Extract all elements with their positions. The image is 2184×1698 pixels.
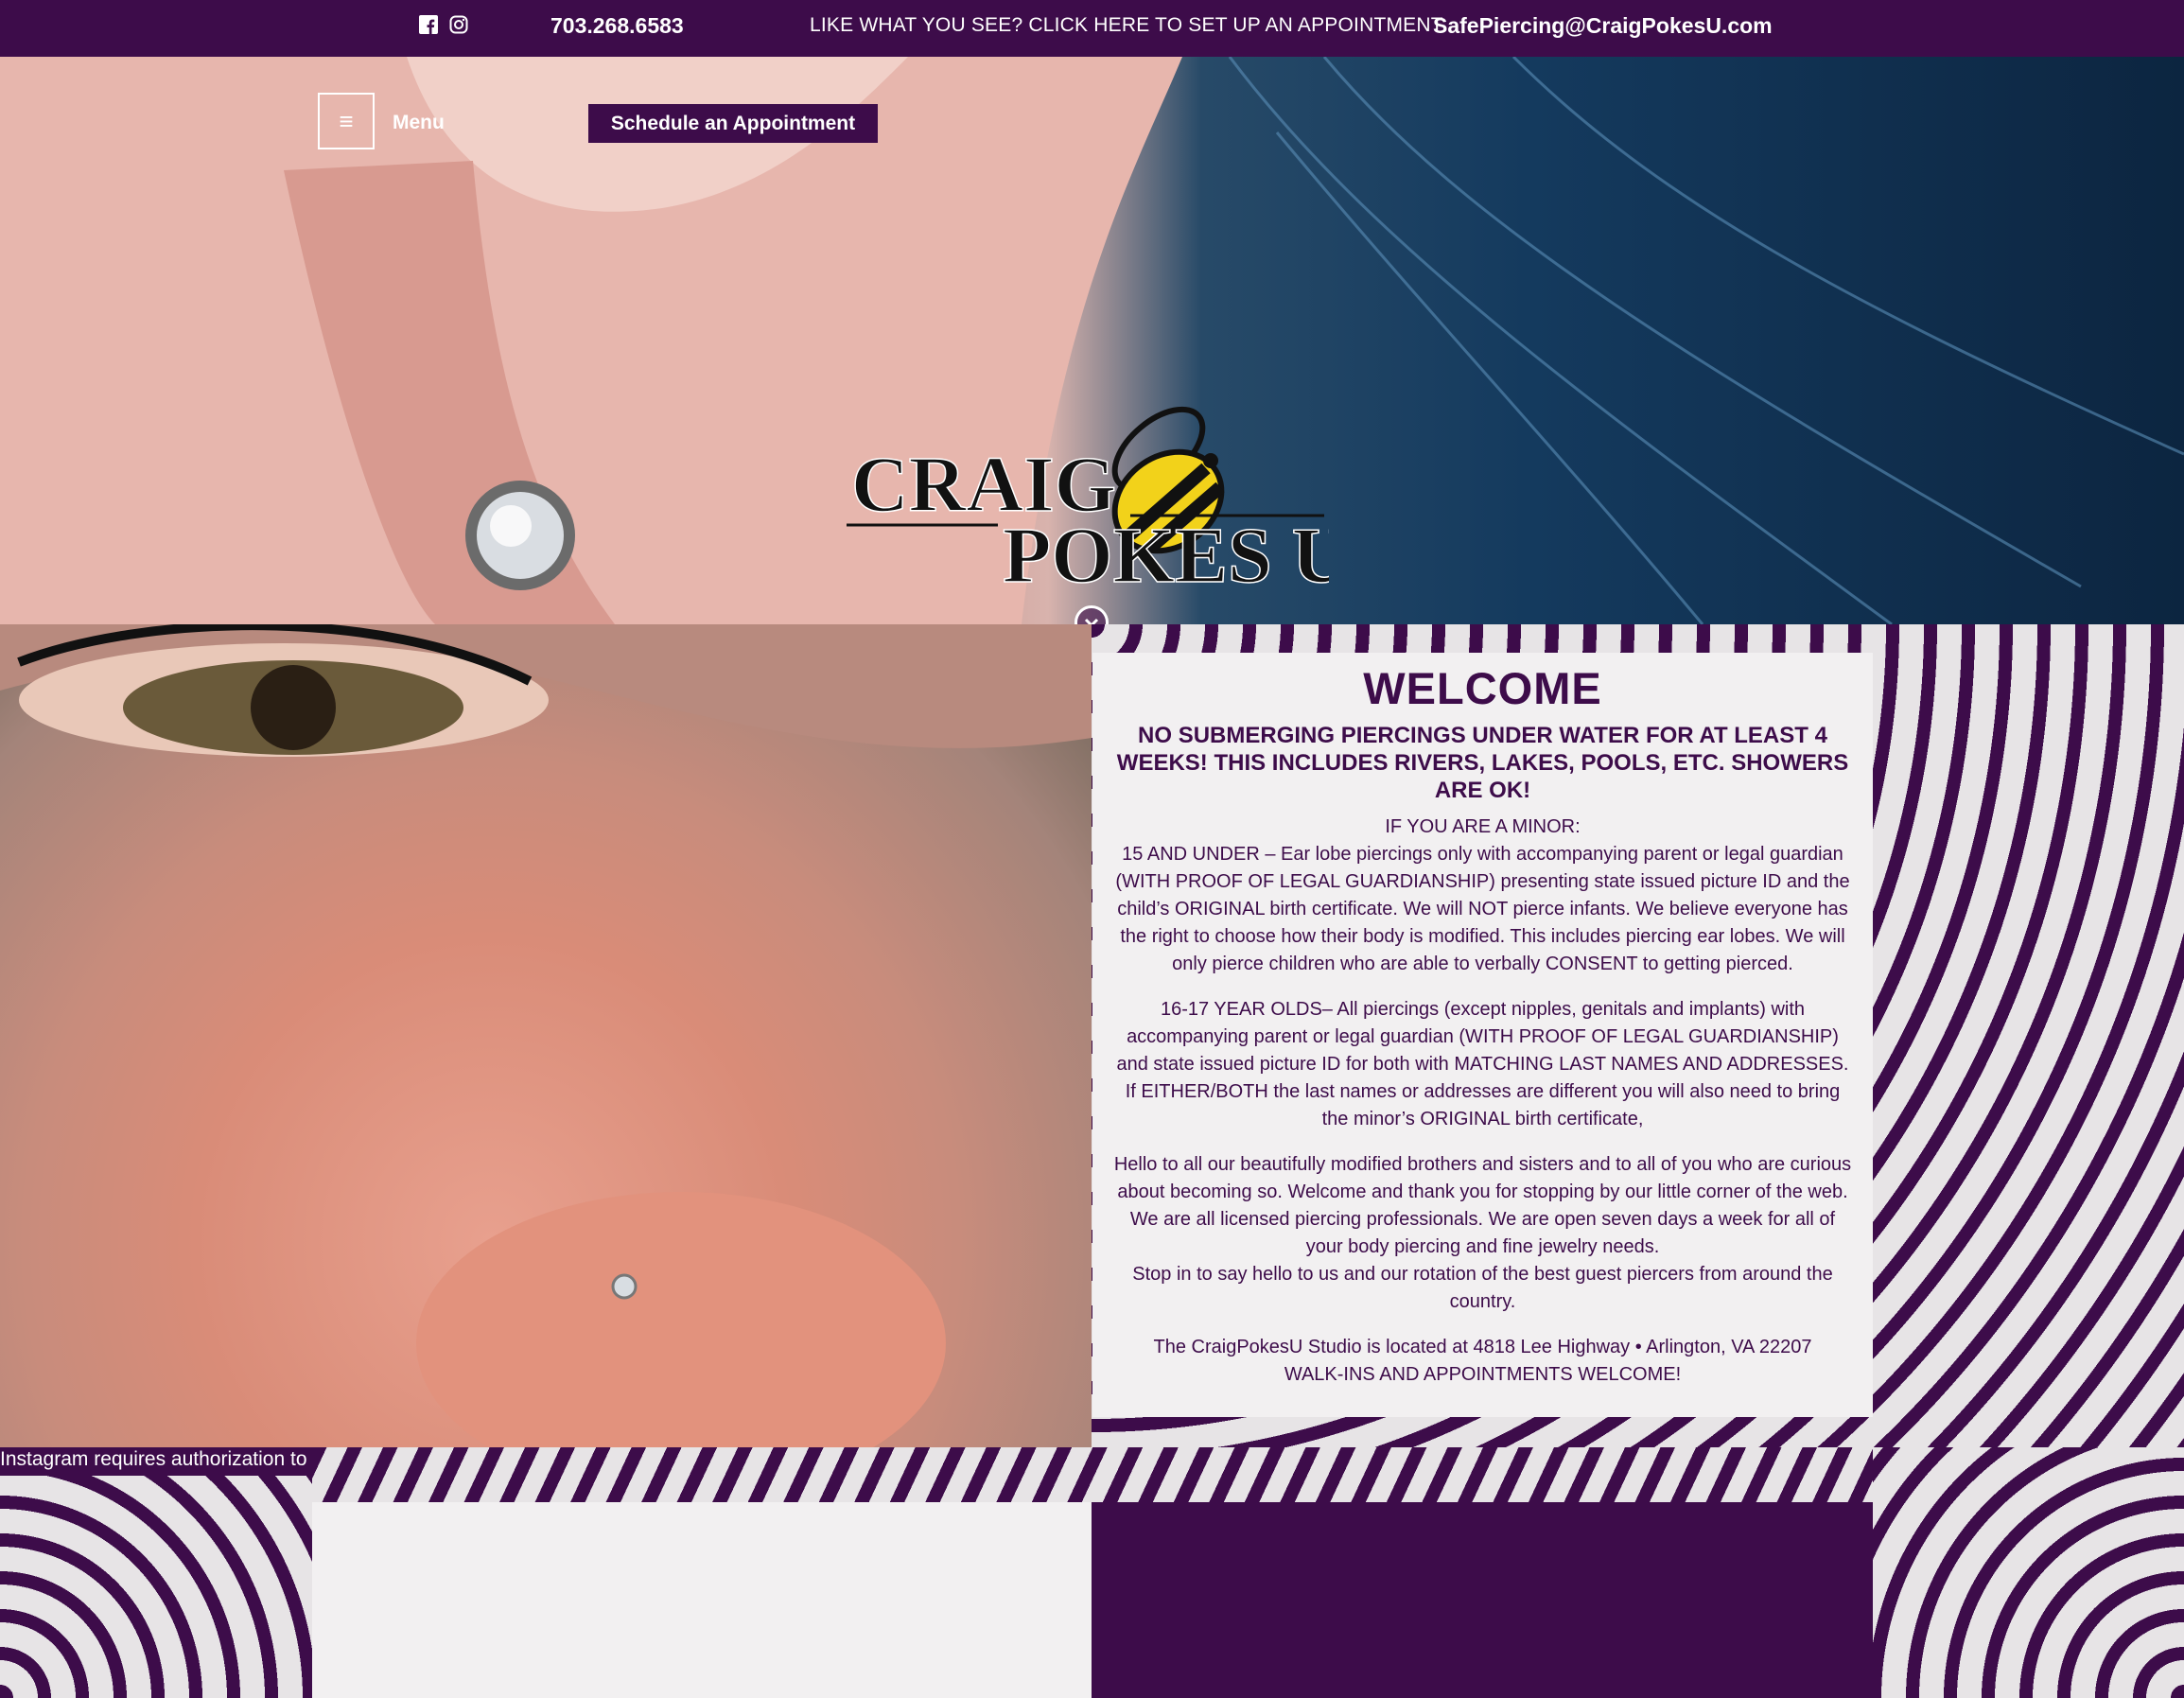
- minor-16-17-text: 16-17 YEAR OLDS– All piercings (except n…: [1116, 999, 1849, 1129]
- welcome-title: WELCOME: [1363, 663, 1602, 713]
- studio-location: The CraigPokesU Studio is located at 481…: [1153, 1337, 1812, 1357]
- water-notice: NO SUBMERGING PIERCINGS UNDER WATER FOR …: [1116, 723, 1849, 803]
- schedule-appointment-button[interactable]: Schedule an Appointment: [588, 104, 878, 143]
- minor-heading: IF YOU ARE A MINOR:: [1385, 816, 1581, 837]
- top-bar: 703.268.6583 LIKE WHAT YOU SEE? CLICK HE…: [0, 0, 2184, 57]
- phone-link[interactable]: 703.268.6583: [550, 13, 684, 39]
- decorative-pattern-bottom-left: [0, 1476, 312, 1698]
- bottom-purple-panel: [1092, 1502, 1873, 1698]
- welcome-card: WELCOME NO SUBMERGING PIERCINGS UNDER WA…: [1092, 653, 1873, 1417]
- svg-text:POKES U: POKES U: [1003, 512, 1329, 600]
- hamburger-icon: ≡: [339, 106, 354, 135]
- walkins-text: WALK-INS AND APPOINTMENTS WELCOME!: [1284, 1364, 1682, 1385]
- social-links: [419, 15, 468, 34]
- stop-in-text: Stop in to say hello to us and our rotat…: [1132, 1264, 1833, 1312]
- decorative-pattern-bottom-right: [1873, 1447, 2184, 1698]
- appointment-cta-link[interactable]: LIKE WHAT YOU SEE? CLICK HERE TO SET UP …: [810, 14, 1443, 37]
- instagram-icon[interactable]: [449, 15, 468, 34]
- chevron-down-icon: [1084, 618, 1099, 624]
- minor-15-under-text: 15 AND UNDER – Ear lobe piercings only w…: [1115, 844, 1850, 974]
- decorative-pattern-bottom-middle: [312, 1447, 1873, 1502]
- menu-label[interactable]: Menu: [393, 112, 445, 134]
- bottom-white-panel: [312, 1502, 1092, 1698]
- nose-piercing-photo: [0, 624, 1092, 1447]
- menu-button[interactable]: ≡: [318, 93, 375, 149]
- email-link[interactable]: SafePiercing@CraigPokesU.com: [1433, 13, 1773, 39]
- craig-pokes-u-logo[interactable]: CRAIG POKES U: [847, 383, 1329, 601]
- hello-text: Hello to all our beautifully modified br…: [1113, 1154, 1852, 1257]
- hero-banner: ≡ Menu Schedule an Appointment CRAIG POK…: [0, 57, 2184, 624]
- facebook-icon[interactable]: [419, 15, 438, 34]
